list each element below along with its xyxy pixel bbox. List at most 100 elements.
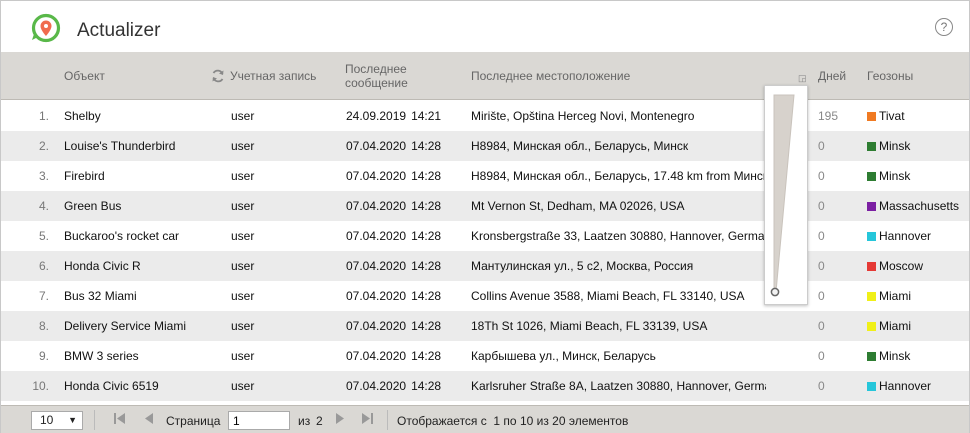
last-location: H8984, Минская обл., Беларусь, 17.48 km …	[471, 169, 766, 183]
last-message-date: 07.04.2020	[346, 259, 407, 273]
object-name[interactable]: Honda Civic R	[64, 259, 214, 273]
last-location: Mirište, Opština Herceg Novi, Montenegro	[471, 109, 695, 123]
geozone: Miami	[867, 319, 967, 333]
prev-page-icon[interactable]	[143, 412, 154, 428]
column-header-last-message-line2[interactable]: сообщение	[345, 76, 408, 90]
geozone-name: Hannover	[879, 229, 932, 243]
last-message-time: 07.04.2020 14:28	[346, 199, 456, 213]
last-page-icon[interactable]	[360, 412, 374, 428]
last-message-time: 07.04.2020 14:28	[346, 289, 456, 303]
last-message-time: 07.04.2020 14:28	[346, 379, 456, 393]
last-message-date: 07.04.2020	[346, 139, 407, 153]
table-row[interactable]: 1. Shelby user 24.09.2019 14:21 Mirište, Opšt…	[1, 101, 969, 131]
days-slider-track[interactable]	[765, 86, 809, 306]
geozone-name: Miami	[879, 289, 911, 303]
last-location: Kronsbergstraße 33, Laatzen 30880, Hanno…	[471, 229, 766, 243]
last-message-date: 07.04.2020	[346, 169, 407, 183]
days-value: 0	[818, 139, 825, 153]
last-message-clock: 14:28	[411, 229, 442, 243]
app-window: Actualizer ? Объект Учетная запись После…	[0, 0, 970, 433]
geozone-color-swatch	[867, 172, 876, 181]
row-number: 8.	[38, 319, 49, 333]
object-name[interactable]: Shelby	[64, 109, 214, 123]
object-name[interactable]: Delivery Service Miami	[64, 319, 214, 333]
table-row[interactable]: 2. Louise's Thunderbird user 07.04.2020 14:2…	[1, 131, 969, 161]
geozone: Minsk	[867, 349, 967, 363]
last-message-time: 24.09.2019 14:21	[346, 109, 456, 123]
column-header-geozones[interactable]: Геозоны	[867, 69, 913, 83]
object-name[interactable]: Green Bus	[64, 199, 214, 213]
object-name[interactable]: Honda Civic 6519	[64, 379, 214, 393]
last-message-clock: 14:28	[411, 199, 442, 213]
resize-icon[interactable]: ◲	[798, 73, 807, 84]
last-message-clock: 14:28	[411, 289, 442, 303]
first-page-icon[interactable]	[113, 412, 127, 428]
account-name: user	[231, 349, 255, 363]
table-row[interactable]: 6. Honda Civic R user 07.04.2020 14:28 Мантул…	[1, 251, 969, 281]
column-header-account[interactable]: Учетная запись	[230, 69, 316, 83]
last-location: Карбышева ул., Минск, Беларусь	[471, 349, 656, 363]
geozone-color-swatch	[867, 112, 876, 121]
column-header-object[interactable]: Объект	[64, 69, 105, 83]
geozone: Moscow	[867, 259, 967, 273]
page-label: Страница	[166, 414, 221, 428]
sync-icon[interactable]	[211, 68, 225, 84]
table-row[interactable]: 3. Firebird user 07.04.2020 14:28 H8984, Минс…	[1, 161, 969, 191]
last-location: H8984, Минская обл., Беларусь, Минск	[471, 139, 689, 153]
object-name[interactable]: Firebird	[64, 169, 214, 183]
last-message-clock: 14:28	[411, 169, 442, 183]
last-location: 18Th St 1026, Miami Beach, FL 33139, USA	[471, 319, 708, 333]
geozone-name: Minsk	[879, 169, 911, 183]
help-icon[interactable]: ?	[935, 18, 953, 36]
of-label: из	[298, 414, 311, 428]
geozone-color-swatch	[867, 262, 876, 271]
column-header-last-message-line1[interactable]: Последнее	[345, 62, 407, 76]
chevron-down-icon: ▼	[68, 415, 77, 425]
days-value: 0	[818, 349, 825, 363]
days-value: 0	[818, 379, 825, 393]
pagination-summary: Отображается с 1 по 10 из 20 элементов	[397, 414, 629, 428]
days-slider-handle[interactable]	[770, 287, 780, 297]
last-message-time: 07.04.2020 14:28	[346, 229, 456, 243]
geozone: Tivat	[867, 109, 967, 123]
pagination-bar: 10 ▼ Страница из 2 Отображается с 1 по 1…	[1, 405, 969, 433]
table-row[interactable]: 10. Honda Civic 6519 user 07.04.2020 14:28 Ka…	[1, 371, 969, 401]
app-header: Actualizer ?	[1, 1, 969, 52]
row-number: 7.	[38, 289, 49, 303]
table-row[interactable]: 8. Delivery Service Miami user 07.04.2020 14…	[1, 311, 969, 341]
last-message-time: 07.04.2020 14:28	[346, 319, 456, 333]
table-row[interactable]: 9. BMW 3 series user 07.04.2020 14:28 Карбыше…	[1, 341, 969, 371]
column-header-days[interactable]: Дней	[818, 69, 846, 83]
geozone: Miami	[867, 289, 967, 303]
row-number: 4.	[38, 199, 49, 213]
geozone-name: Moscow	[879, 259, 924, 273]
row-number: 9.	[38, 349, 49, 363]
days-filter-slider-popup[interactable]	[764, 85, 808, 305]
last-message-date: 24.09.2019	[346, 109, 407, 123]
object-name[interactable]: Louise's Thunderbird	[64, 139, 214, 153]
account-name: user	[231, 259, 255, 273]
app-title: Actualizer	[77, 20, 161, 41]
object-name[interactable]: Buckaroo's rocket car	[64, 229, 214, 243]
page-size-select[interactable]: 10 ▼	[31, 411, 83, 430]
object-name[interactable]: BMW 3 series	[64, 349, 214, 363]
account-name: user	[231, 319, 255, 333]
page-number-input[interactable]	[228, 411, 290, 430]
table-row[interactable]: 4. Green Bus user 07.04.2020 14:28 Mt Vernon …	[1, 191, 969, 221]
days-value: 0	[818, 319, 825, 333]
account-name: user	[231, 289, 255, 303]
row-number: 1.	[38, 109, 49, 123]
last-message-clock: 14:28	[411, 319, 442, 333]
days-value: 0	[818, 289, 825, 303]
table-row[interactable]: 7. Bus 32 Miami user 07.04.2020 14:28 Collins…	[1, 281, 969, 311]
next-page-icon[interactable]	[335, 412, 346, 428]
last-message-time: 07.04.2020 14:28	[346, 169, 456, 183]
row-number: 5.	[38, 229, 49, 243]
table-row[interactable]: 5. Buckaroo's rocket car user 07.04.2020 14:…	[1, 221, 969, 251]
account-name: user	[231, 379, 255, 393]
total-pages: 2	[316, 414, 323, 428]
geozone-color-swatch	[867, 142, 876, 151]
column-header-location[interactable]: Последнее местоположение	[471, 69, 630, 83]
object-name[interactable]: Bus 32 Miami	[64, 289, 214, 303]
last-message-date: 07.04.2020	[346, 289, 407, 303]
